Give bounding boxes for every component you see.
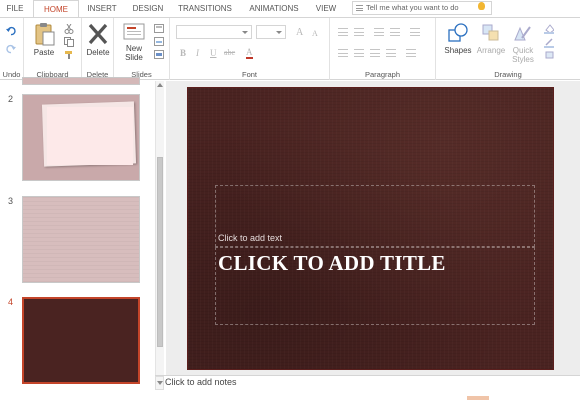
shapes-icon — [448, 23, 468, 42]
decrease-indent-icon[interactable] — [374, 28, 384, 36]
title-placeholder-text[interactable]: CLICK TO ADD TITLE — [218, 251, 446, 276]
tab-file[interactable]: FILE — [2, 0, 28, 17]
delete-x-icon — [88, 23, 108, 45]
quick-styles-icon — [514, 26, 531, 41]
layout-icon[interactable] — [154, 24, 164, 34]
shrink-font-button[interactable]: A — [312, 29, 318, 38]
subtitle-placeholder-text[interactable]: Click to add text — [218, 233, 282, 243]
arrange-icon — [482, 24, 499, 41]
group-undo: Undo — [0, 18, 24, 80]
shapes-label: Shapes — [444, 46, 472, 55]
shapes-button[interactable]: Shapes — [442, 22, 474, 55]
paste-label: Paste — [33, 48, 55, 57]
search-placeholder: Tell me what you want to do — [366, 3, 459, 12]
section-icon[interactable] — [154, 50, 164, 60]
strikethrough-button[interactable]: abc — [224, 48, 235, 57]
powerpoint-window: FILE HOME INSERT DESIGN TRANSITIONS ANIM… — [0, 0, 580, 400]
increase-indent-icon[interactable] — [390, 28, 400, 36]
thumbnail-scrollbar[interactable] — [155, 81, 164, 381]
new-slide-label-1: New — [125, 44, 142, 53]
italic-button[interactable]: I — [196, 48, 199, 58]
slide-thumbnail-3[interactable] — [22, 196, 140, 283]
new-slide-icon — [123, 23, 145, 40]
new-slide-button[interactable]: New Slide — [120, 22, 148, 62]
arrange-label: Arrange — [476, 46, 506, 55]
delete-label: Delete — [86, 48, 110, 57]
group-slides: New Slide Slides — [114, 18, 170, 80]
line-spacing-icon[interactable] — [410, 28, 420, 36]
notes-pane[interactable]: Click to add notes — [155, 375, 580, 400]
underline-button[interactable]: U — [210, 48, 217, 58]
bullets-icon[interactable] — [338, 28, 348, 36]
tab-transitions[interactable]: TRANSITIONS — [174, 0, 236, 17]
current-slide — [187, 87, 554, 370]
align-left-icon[interactable] — [338, 49, 348, 57]
font-color-button[interactable]: A — [246, 48, 253, 59]
tab-animations[interactable]: ANIMATIONS — [242, 0, 306, 17]
group-label-drawing: Drawing — [494, 70, 522, 79]
shape-outline-icon[interactable] — [544, 38, 554, 48]
scrollbar-thumb[interactable] — [157, 157, 163, 347]
ribbon-tab-bar: FILE HOME INSERT DESIGN TRANSITIONS ANIM… — [0, 0, 580, 17]
new-slide-label-2: Slide — [125, 53, 143, 62]
bold-button[interactable]: B — [180, 48, 186, 58]
status-indicator — [467, 396, 489, 400]
slide-thumbnail-1-partial[interactable] — [22, 77, 140, 85]
tab-home[interactable]: HOME — [33, 0, 79, 17]
arrange-button[interactable]: Arrange — [474, 22, 508, 55]
align-right-icon[interactable] — [370, 49, 380, 57]
quick-styles-button[interactable]: Quick Styles — [508, 22, 538, 64]
group-clipboard: Paste Clipboard — [24, 18, 82, 80]
shape-fill-icon[interactable] — [544, 24, 554, 34]
group-label-font: Font — [241, 70, 257, 79]
quick-styles-label-1: Quick — [512, 46, 534, 55]
slide-thumbnail-4[interactable] — [22, 297, 140, 384]
notes-placeholder[interactable]: Click to add notes — [165, 377, 237, 387]
tab-view[interactable]: VIEW — [312, 0, 340, 17]
align-center-icon[interactable] — [354, 49, 364, 57]
grow-font-button[interactable]: A — [296, 27, 303, 38]
tab-insert[interactable]: INSERT — [82, 0, 122, 17]
group-delete: Delete Delete — [82, 18, 114, 80]
shape-effects-icon[interactable] — [544, 51, 554, 61]
scroll-up-arrow-icon[interactable] — [157, 83, 163, 87]
slide-number: 2 — [8, 94, 14, 104]
tell-me-search[interactable]: Tell me what you want to do — [352, 1, 492, 15]
paper-note-front — [47, 107, 133, 165]
font-size-dropdown[interactable] — [256, 25, 286, 39]
delete-button[interactable]: Delete — [84, 22, 112, 57]
group-label-undo: Undo — [2, 70, 21, 79]
redo-icon[interactable] — [6, 44, 16, 54]
clipboard-icon — [35, 23, 55, 46]
slide-thumbnail-2[interactable] — [22, 94, 140, 181]
columns-icon[interactable] — [406, 49, 416, 57]
font-name-dropdown[interactable] — [176, 25, 252, 39]
search-lines-icon — [356, 5, 363, 11]
group-drawing: Shapes Arrange Quick Styles Drawing — [436, 18, 580, 80]
paste-button[interactable]: Paste — [30, 22, 58, 57]
copy-icon[interactable] — [64, 37, 74, 47]
justify-icon[interactable] — [386, 49, 396, 57]
format-painter-icon[interactable] — [64, 50, 74, 60]
numbering-icon[interactable] — [354, 28, 364, 36]
tab-design[interactable]: DESIGN — [126, 0, 170, 17]
undo-icon[interactable] — [6, 26, 16, 36]
slide-thumbnail-panel: 2 3 4 — [0, 77, 165, 400]
group-font: A A B I U abc A Font — [170, 18, 330, 80]
slide-number-selected: 4 — [8, 297, 14, 307]
slide-number: 3 — [8, 196, 14, 206]
cut-icon[interactable] — [64, 24, 74, 34]
scroll-down-arrow-icon[interactable] — [155, 376, 164, 390]
slide-editing-area — [166, 81, 580, 375]
group-label-paragraph: Paragraph — [364, 70, 401, 79]
reset-icon[interactable] — [154, 37, 164, 47]
ribbon: Undo Paste Clipboard Delete Delete New S… — [0, 17, 580, 80]
lightbulb-icon[interactable] — [478, 2, 485, 10]
quick-styles-label-2: Styles — [512, 55, 534, 64]
group-paragraph: Paragraph — [330, 18, 436, 80]
